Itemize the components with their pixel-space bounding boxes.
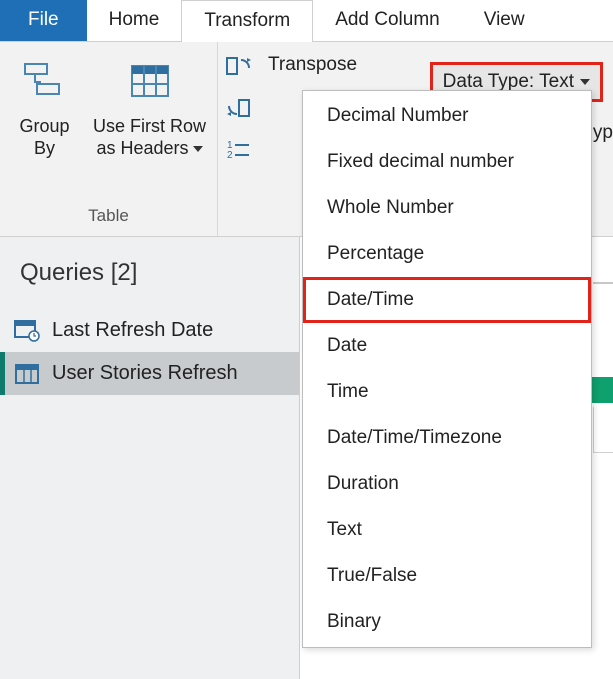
chevron-down-icon [580,79,590,85]
ribbon-group-label-table: Table [88,202,129,232]
ribbon-group-table: GroupBy Use First Rowas Headers [0,42,218,236]
data-type-option[interactable]: Duration [303,461,591,507]
tab-view[interactable]: View [462,0,547,41]
query-item-label: Last Refresh Date [52,319,213,342]
data-type-option[interactable]: Decimal Number [303,93,591,139]
data-type-option[interactable]: Text [303,507,591,553]
queries-panel: Queries [2] Last Refresh Date User Stori… [0,237,300,679]
queries-header: Queries [2] [0,237,299,309]
group-by-icon [23,60,67,107]
tab-file[interactable]: File [0,0,87,41]
data-type-option[interactable]: True/False [303,553,591,599]
data-type-option[interactable]: Binary [303,599,591,645]
data-type-option[interactable]: Date/Time [303,277,591,323]
data-type-option[interactable]: Whole Number [303,185,591,231]
detect-type-fragment: yp [593,122,613,144]
tab-strip: File Home Transform Add Column View [0,0,613,42]
ribbon-small-buttons: 12 [218,42,260,236]
data-type-menu: Decimal NumberFixed decimal numberWhole … [302,90,592,648]
count-rows-button[interactable]: 12 [224,136,254,164]
query-item-label: User Stories Refresh [52,362,238,385]
query-item-user-stories-refresh[interactable]: User Stories Refresh [0,352,299,395]
group-by-button[interactable]: GroupBy [4,52,86,159]
transpose-button[interactable] [224,52,254,80]
tab-home[interactable]: Home [87,0,182,41]
group-by-label: GroupBy [19,115,69,159]
use-first-row-button[interactable]: Use First Rowas Headers [86,52,214,159]
transpose-label: Transpose [264,54,357,76]
table-clock-icon [14,320,40,342]
use-first-row-label: Use First Rowas Headers [93,115,206,159]
data-type-option[interactable]: Time [303,369,591,415]
data-type-option[interactable]: Fixed decimal number [303,139,591,185]
data-type-option[interactable]: Date [303,323,591,369]
svg-text:2: 2 [227,150,233,161]
reverse-rows-button[interactable] [224,94,254,122]
tab-add-column[interactable]: Add Column [313,0,462,41]
chevron-down-icon [193,146,203,152]
query-item-last-refresh-date[interactable]: Last Refresh Date [0,309,299,352]
data-type-option[interactable]: Date/Time/Timezone [303,415,591,461]
table-icon [14,363,40,385]
table-headers-icon [128,60,172,107]
tab-transform[interactable]: Transform [181,0,313,42]
data-type-option[interactable]: Percentage [303,231,591,277]
